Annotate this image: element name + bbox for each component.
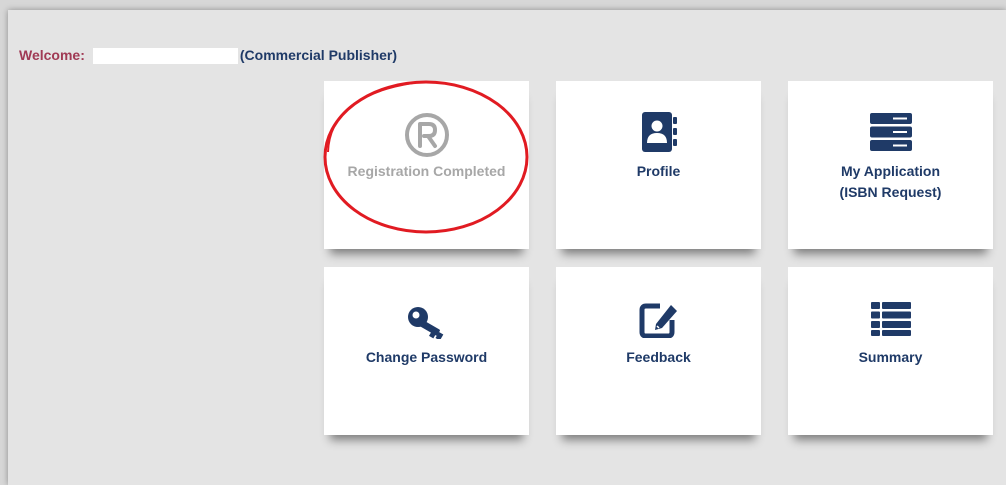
tile-label: Profile	[636, 163, 681, 179]
tile-profile[interactable]: Profile	[556, 81, 761, 249]
welcome-line: Welcome: (Commercial Publisher)	[19, 44, 397, 66]
tile-feedback[interactable]: Feedback	[556, 267, 761, 435]
redacted-username	[92, 48, 238, 65]
tile-registration-completed[interactable]: Registration Completed	[324, 81, 529, 249]
contact-book-icon	[641, 112, 677, 152]
server-icon	[869, 113, 912, 151]
user-type-label: (Commercial Publisher)	[239, 47, 398, 63]
tile-my-application[interactable]: My Application (ISBN Request)	[788, 81, 993, 249]
tile-label: My Application	[840, 163, 941, 179]
list-icon	[870, 302, 911, 336]
tile-label: Feedback	[626, 349, 691, 365]
tile-sublabel: (ISBN Request)	[839, 184, 942, 200]
edit-icon	[639, 303, 677, 338]
welcome-label: Welcome:	[19, 47, 85, 63]
key-icon	[407, 307, 443, 339]
tile-label: Summary	[858, 349, 923, 365]
tile-summary[interactable]: Summary	[788, 267, 993, 435]
registered-icon	[404, 113, 449, 157]
tile-label: Registration Completed	[347, 163, 506, 179]
tile-label: Change Password	[365, 349, 488, 365]
tile-change-password[interactable]: Change Password	[324, 267, 529, 435]
